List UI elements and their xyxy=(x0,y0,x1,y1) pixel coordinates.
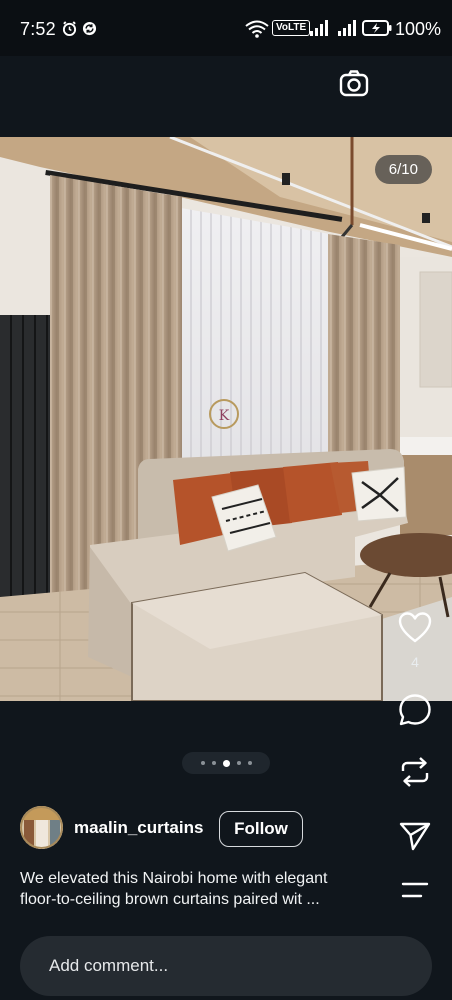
volte-badge: VoLTE xyxy=(272,20,311,36)
avatar-image xyxy=(20,806,63,849)
carousel-dot xyxy=(200,761,205,765)
svg-text:K: K xyxy=(219,408,230,424)
comment-bar[interactable]: Add comment... xyxy=(20,936,432,996)
carousel-dot xyxy=(211,761,216,765)
battery-icon xyxy=(362,20,392,36)
alarm-icon xyxy=(62,21,77,36)
carousel-indicator xyxy=(182,752,270,774)
more-icon[interactable] xyxy=(397,872,433,908)
sync-icon xyxy=(82,21,97,36)
like-count[interactable]: 4 xyxy=(398,654,432,670)
signal-icon xyxy=(310,20,328,36)
share-icon[interactable] xyxy=(397,818,433,854)
comment-icon[interactable] xyxy=(397,692,433,728)
avatar[interactable] xyxy=(20,806,63,849)
carousel-dot xyxy=(247,761,252,765)
post-caption[interactable]: We elevated this Nairobi home with elega… xyxy=(20,868,380,910)
camera-icon[interactable] xyxy=(338,68,370,100)
heart-icon[interactable] xyxy=(397,610,433,646)
post-photo[interactable]: K 6/10 xyxy=(0,137,452,701)
status-bar: 7:52 VoLTE 100% xyxy=(0,0,452,56)
comment-input[interactable]: Add comment... xyxy=(49,956,168,976)
author-username[interactable]: maalin_curtains xyxy=(74,818,203,838)
repost-icon[interactable] xyxy=(397,754,433,790)
caption-line: floor-to-ceiling brown curtains paired w… xyxy=(20,891,320,908)
living-room-photo: K xyxy=(0,137,452,701)
wifi-icon xyxy=(245,20,269,38)
caption-line: We elevated this Nairobi home with elega… xyxy=(20,870,328,887)
status-time: 7:52 xyxy=(20,19,56,39)
follow-button[interactable]: Follow xyxy=(219,811,303,847)
carousel-dot-active xyxy=(222,759,230,767)
battery-percent: 100% xyxy=(395,19,442,39)
image-counter: 6/10 xyxy=(374,155,432,184)
carousel-dot xyxy=(236,761,241,765)
signal-icon-2 xyxy=(338,20,356,36)
